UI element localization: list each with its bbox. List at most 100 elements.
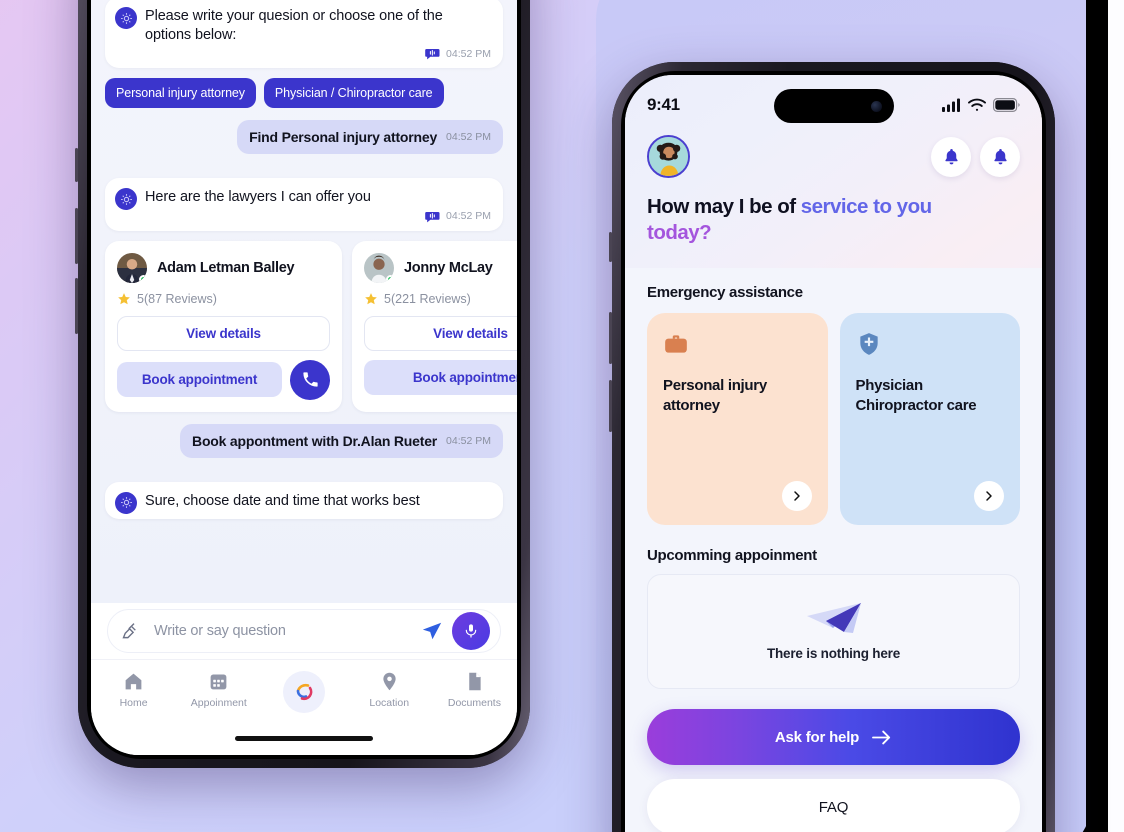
nav-label: Home <box>119 697 148 709</box>
page-title-part-3: today? <box>647 221 712 245</box>
microphone-icon <box>465 624 477 638</box>
lawyer-card-carousel[interactable]: Adam Letman Balley 5(87 Reviews) View de… <box>105 240 517 412</box>
emergency-card-title: Physician Chiropractor care <box>855 377 977 414</box>
view-details-button[interactable]: View details <box>364 315 517 351</box>
faq-button[interactable]: FAQ <box>647 779 1020 832</box>
book-appointment-button[interactable]: Book appointment <box>117 362 282 397</box>
book-appointment-button[interactable]: Book appointment <box>364 359 517 395</box>
app-logo-icon <box>283 671 325 713</box>
chat-bubble-text: Here are the lawyers I can offer you <box>145 189 371 206</box>
lawyer-card-header: Jonny McLay <box>364 252 517 283</box>
chat-bubble-bot: Please write your quesion or choose one … <box>105 0 503 69</box>
nav-label: Appoinment <box>190 697 247 709</box>
chat-scroll-area[interactable]: Hello and welcome! What can I do for you… <box>91 0 517 605</box>
section-title-emergency: Emergency assistance <box>647 284 803 302</box>
notification-bell-button[interactable] <box>980 136 1020 177</box>
battery-icon <box>993 98 1020 112</box>
left-phone-mute-button[interactable] <box>75 148 78 182</box>
avatar <box>364 252 394 283</box>
call-button[interactable] <box>290 359 330 400</box>
lawyer-card[interactable]: Adam Letman Balley 5(87 Reviews) View de… <box>105 240 342 412</box>
emergency-card-arrow-button[interactable] <box>781 481 812 512</box>
view-details-button[interactable]: View details <box>117 315 330 351</box>
avatar <box>117 252 147 283</box>
chat-bubble-meta: 04:52 PM <box>145 47 491 60</box>
chat-bubble-bot: Sure, choose date and time that works be… <box>105 481 503 519</box>
chat-bubble-user: Book appontment with Dr.Alan Rueter 04:5… <box>180 423 503 458</box>
notification-bell-icon <box>993 148 1007 165</box>
lawyer-review-count: 5(221 Reviews) <box>384 291 471 306</box>
right-phone-device: 9:41 How may I be of service to you toda… <box>609 62 1055 832</box>
notification-bell-button[interactable] <box>931 136 971 177</box>
briefcase-icon <box>665 335 687 354</box>
location-pin-icon <box>383 672 396 691</box>
nav-item-assistant[interactable] <box>261 671 346 718</box>
left-phone-screen: Hello and welcome! What can I do for you… <box>91 0 517 755</box>
home-icon <box>125 673 142 690</box>
ask-for-help-button[interactable]: Ask for help <box>647 709 1020 766</box>
arrow-right-icon <box>872 730 891 745</box>
background-black-edge <box>1086 0 1108 832</box>
nav-item-home[interactable]: Home <box>91 671 176 709</box>
chat-bubble-time: 04:52 PM <box>446 131 491 144</box>
phone-icon <box>302 372 318 387</box>
chevron-right-icon <box>986 491 992 502</box>
lawyer-name: Adam Letman Balley <box>157 259 295 276</box>
message-input-placeholder[interactable]: Write or say question <box>150 623 412 639</box>
message-composer: Write or say question <box>91 603 517 659</box>
lawyer-card-header: Adam Letman Balley <box>117 252 330 283</box>
lawyer-review-count: 5(87 Reviews) <box>137 291 217 306</box>
emergency-card-physician-chiropractor-care[interactable]: Physician Chiropractor care <box>839 313 1020 526</box>
background-white-edge <box>1108 0 1124 832</box>
empty-state-text: There is nothing here <box>766 646 901 662</box>
star-icon <box>365 292 377 304</box>
right-phone-mute-button[interactable] <box>609 232 612 262</box>
lawyer-rating: 5(87 Reviews) <box>117 292 330 306</box>
left-phone-volume-up-button[interactable] <box>75 208 78 264</box>
calendar-icon <box>210 674 227 690</box>
lawyer-card[interactable]: Jonny McLay 5(221 Reviews) View details … <box>352 240 517 412</box>
notification-bell-icon <box>944 148 958 165</box>
avatar[interactable] <box>647 135 690 178</box>
right-phone-volume-up-button[interactable] <box>609 312 612 364</box>
chat-bubble-time: 04:52 PM <box>446 47 491 60</box>
send-icon[interactable] <box>421 620 443 642</box>
faq-label: FAQ <box>818 798 849 816</box>
front-camera-icon <box>870 100 882 112</box>
speaker-icon[interactable] <box>425 210 441 223</box>
online-status-dot <box>386 274 394 283</box>
shield-plus-icon <box>859 333 878 356</box>
right-phone-volume-down-button[interactable] <box>609 380 612 432</box>
page-title-part-2: service to you <box>800 195 932 218</box>
paper-plane-icon <box>806 603 861 634</box>
lawyer-card-actions: Book appointment <box>117 359 330 400</box>
online-status-dot <box>139 274 147 283</box>
emergency-card-personal-injury-attorney[interactable]: Personal injury attorney <box>647 313 828 526</box>
emergency-card-arrow-button[interactable] <box>974 481 1004 512</box>
nav-item-location[interactable]: Location <box>347 671 432 709</box>
emergency-card-title: Personal injury attorney <box>663 377 767 414</box>
broom-icon[interactable] <box>120 621 141 642</box>
nav-item-documents[interactable]: Documents <box>432 671 517 709</box>
lawyer-name: Jonny McLay <box>404 259 493 276</box>
composer-pill[interactable]: Write or say question <box>107 609 501 653</box>
lawyer-rating: 5(221 Reviews) <box>364 292 517 306</box>
speaker-icon[interactable] <box>425 47 441 60</box>
document-icon <box>469 672 481 691</box>
quick-reply-personal-injury-attorney[interactable]: Personal injury attorney <box>105 78 256 109</box>
chat-bubble-text: Sure, choose date and time that works be… <box>145 492 420 509</box>
emergency-card-row: Personal injury attorney Physician Chiro… <box>647 313 1020 526</box>
left-phone-volume-down-button[interactable] <box>75 278 78 334</box>
star-icon <box>118 292 130 304</box>
bot-avatar-icon <box>115 491 137 514</box>
quick-reply-physician-chiropractor-care[interactable]: Physician / Chiropractor care <box>263 78 444 109</box>
home-content: Emergency assistance Personal injury att… <box>625 268 1042 832</box>
voice-record-button[interactable] <box>452 612 490 650</box>
nav-item-appointment[interactable]: Appoinment <box>176 671 261 709</box>
wifi-icon <box>968 98 986 111</box>
right-phone-screen: 9:41 How may I be of service to you toda… <box>625 75 1042 832</box>
chat-row-user: Book appontment with Dr.Alan Rueter 04:5… <box>105 423 503 470</box>
page-title-part-1: How may I be of <box>647 195 801 218</box>
chat-row-user: Find Personal injury attorney 04:52 PM <box>105 120 503 166</box>
page-title: How may I be of service to you today? <box>647 178 1020 268</box>
